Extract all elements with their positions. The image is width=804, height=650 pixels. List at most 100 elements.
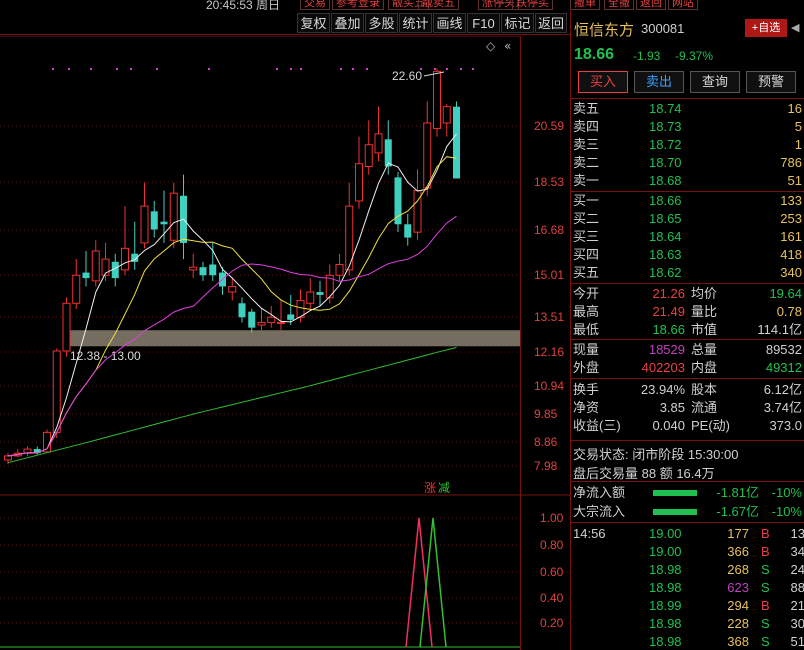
- stat-row: 外盘 402203 内盘 49312: [571, 359, 804, 377]
- trade-status-row: 交易状态: 闭市阶段 15:30:00: [573, 444, 738, 463]
- signal-marker: [366, 68, 368, 70]
- toolbar-button-2[interactable]: 多股: [365, 13, 398, 33]
- alert-button[interactable]: 预警: [746, 71, 796, 93]
- candle-body: [228, 285, 237, 293]
- toolbar-button-3[interactable]: 统计: [399, 13, 432, 33]
- rise-legend: 涨: [424, 480, 436, 495]
- candle-body: [335, 263, 344, 276]
- high-price-label: 22.60: [392, 69, 422, 83]
- tick-side: B: [761, 544, 770, 559]
- stat-value: 402203: [641, 360, 685, 375]
- bid-row: 买四 18.63 418: [571, 246, 804, 264]
- trade-status-label: 交易状态:: [573, 447, 629, 462]
- ask-volume: 5: [794, 119, 802, 134]
- signal-marker: [290, 68, 292, 70]
- tick-count: 21: [790, 598, 804, 613]
- bid-label: 买一: [573, 193, 600, 208]
- tick-price: 18.98: [649, 634, 682, 649]
- scroll-arrow-icon[interactable]: ◀: [791, 21, 799, 34]
- stat-value: 89532: [765, 342, 802, 357]
- tick-row[interactable]: 18.99 294 B 21: [571, 597, 804, 615]
- bid-label: 买四: [573, 247, 600, 262]
- top-button-1[interactable]: 参考登录: [332, 0, 384, 10]
- top-button-7[interactable]: 全撤: [604, 0, 634, 10]
- stat-label: 最低: [573, 322, 600, 337]
- candle-body: [433, 70, 441, 129]
- top-button-8[interactable]: 返回: [636, 0, 666, 10]
- tick-volume: 268: [727, 562, 749, 577]
- ask-row: 卖一 18.68 51: [571, 172, 804, 190]
- top-button-9[interactable]: 网站: [668, 0, 698, 10]
- toolbar-button-0[interactable]: 复权: [297, 13, 330, 33]
- candle-body: [150, 211, 158, 230]
- candle-body: [257, 321, 266, 326]
- signal-marker: [300, 68, 302, 70]
- tick-volume: 228: [727, 616, 749, 631]
- tick-volume: 294: [727, 598, 749, 613]
- indicator-axis-label: 1.00: [540, 511, 564, 525]
- toolbar-button-1[interactable]: 叠加: [331, 13, 364, 33]
- price-change-pct: -9.37%: [675, 49, 714, 63]
- ask-row: 卖二 18.70 786: [571, 154, 804, 172]
- price-change: -1.93: [633, 49, 661, 63]
- candle-body: [442, 106, 451, 124]
- stat-row: 今开 21.26 均价 19.64: [571, 285, 804, 303]
- candle-body: [209, 264, 217, 276]
- tick-row[interactable]: 18.98 368 S 51: [571, 633, 804, 650]
- tick-count: 24: [790, 562, 804, 577]
- query-button[interactable]: 查询: [690, 71, 740, 93]
- toolbar-button-4[interactable]: 画线: [433, 13, 466, 33]
- candle-body: [189, 266, 198, 271]
- clock-text: 20:45:53 周日: [206, 0, 281, 10]
- candle-body: [62, 302, 71, 352]
- current-price: 18.66: [574, 46, 615, 63]
- candle-body: [169, 192, 178, 241]
- stat-label: 现量: [573, 342, 600, 357]
- divider-line: [571, 522, 804, 523]
- ask-volume: 786: [780, 155, 802, 170]
- candle-body: [267, 316, 276, 323]
- signal-marker: [434, 68, 436, 70]
- candle-body: [404, 224, 412, 238]
- toolbar-button-7[interactable]: 返回: [535, 13, 567, 33]
- ma10-line: [7, 156, 457, 457]
- top-button-6[interactable]: 撤单: [570, 0, 600, 10]
- chart-area[interactable]: 20.59 18.53 16.68 15.01 13.51 12.16 10.94 9.85 8…: [0, 36, 570, 650]
- bid-row: 买二 18.65 253: [571, 210, 804, 228]
- tick-row[interactable]: 18.98 268 S 24: [571, 561, 804, 579]
- tick-row[interactable]: 19.00 366 B 34: [571, 543, 804, 561]
- flow-value: -1.81亿: [716, 485, 759, 500]
- ask-price: 18.70: [649, 155, 682, 170]
- top-button-3[interactable]: 靓卖五: [418, 0, 459, 10]
- tick-row[interactable]: 14:56 19.00 177 B 13: [571, 525, 804, 543]
- tick-price: 18.98: [649, 562, 682, 577]
- candle-body: [316, 292, 324, 295]
- ask-row: 卖四 18.73 5: [571, 118, 804, 136]
- tick-row[interactable]: 18.98 623 S 88: [571, 579, 804, 597]
- top-button-0[interactable]: 交易: [300, 0, 330, 10]
- ask-row: 卖五 18.74 16: [571, 100, 804, 118]
- quote-panel: 恒信东方 300081 +自选 ◀ 18.66 -1.93 -9.37% 买入 …: [570, 11, 804, 650]
- ask-label: 卖四: [573, 119, 600, 134]
- tick-side: B: [761, 598, 770, 613]
- indicator-axis-label: 0.20: [540, 616, 564, 630]
- indicator-spike-green: [419, 517, 447, 648]
- flow-value: -1.67亿: [716, 504, 759, 519]
- toolbar-button-5[interactable]: F10: [467, 13, 500, 33]
- tick-price: 18.99: [649, 598, 682, 613]
- candle-body: [384, 139, 392, 167]
- flow-bar: [653, 509, 697, 515]
- candle-body: [121, 247, 129, 271]
- price-axis-label: 13.51: [534, 310, 564, 324]
- add-favorite-button[interactable]: +自选: [745, 19, 787, 37]
- candle-body: [72, 274, 81, 304]
- buy-button[interactable]: 买入: [578, 71, 628, 93]
- stock-code: 300081: [641, 21, 685, 36]
- top-button-5[interactable]: 跌停买: [512, 0, 553, 10]
- stat-value: 114.1亿: [757, 322, 802, 337]
- candle-body: [423, 122, 432, 189]
- stat-label: 换手: [573, 382, 600, 397]
- tick-row[interactable]: 18.98 228 S 30: [571, 615, 804, 633]
- sell-button[interactable]: 卖出: [634, 71, 684, 93]
- toolbar-button-6[interactable]: 标记: [501, 13, 534, 33]
